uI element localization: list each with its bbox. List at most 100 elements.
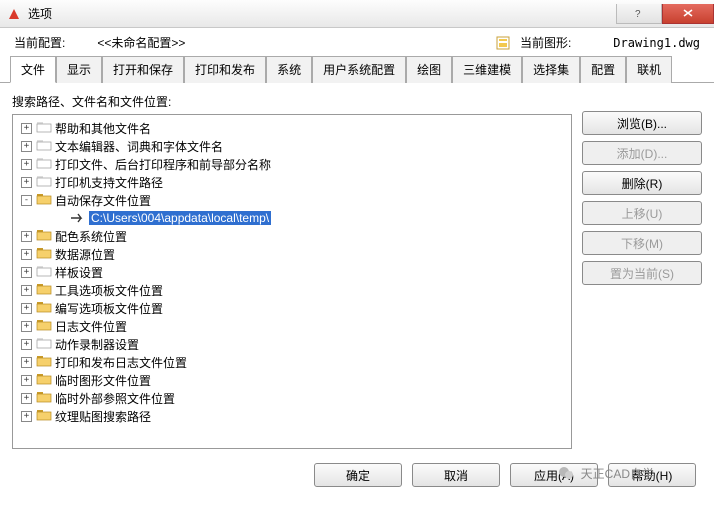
folder-icon bbox=[36, 157, 52, 171]
tree-item[interactable]: + 打印和发布日志文件位置 bbox=[15, 353, 569, 371]
tab-5[interactable]: 用户系统配置 bbox=[312, 56, 406, 83]
drawing-icon bbox=[496, 35, 512, 51]
expand-icon[interactable]: + bbox=[21, 141, 32, 152]
folder-icon bbox=[36, 409, 52, 423]
expand-icon[interactable]: + bbox=[21, 321, 32, 332]
tree-label: 编写选项板文件位置 bbox=[55, 300, 163, 317]
drawing-value: Drawing1.dwg bbox=[613, 36, 700, 50]
expand-icon[interactable]: + bbox=[21, 357, 32, 368]
window-title: 选项 bbox=[28, 5, 52, 22]
folder-icon bbox=[36, 229, 52, 243]
tree-label: 文本编辑器、词典和字体文件名 bbox=[55, 138, 223, 155]
tree-item[interactable]: + 配色系统位置 bbox=[15, 227, 569, 245]
side-button[interactable]: 上移(U) bbox=[582, 201, 702, 225]
tree-label: 自动保存文件位置 bbox=[55, 192, 151, 209]
expand-icon[interactable]: + bbox=[21, 375, 32, 386]
tree-label: 数据源位置 bbox=[55, 246, 115, 263]
tree-label: 配色系统位置 bbox=[55, 228, 127, 245]
side-buttons: 浏览(B)... 添加(D)... 删除(R) 上移(U) 下移(M) 置为当前(S) bbox=[582, 93, 702, 449]
tab-4[interactable]: 系统 bbox=[266, 56, 312, 83]
expand-icon[interactable]: + bbox=[21, 249, 32, 260]
expand-icon[interactable]: + bbox=[21, 339, 32, 350]
wechat-icon bbox=[557, 464, 575, 482]
folder-icon bbox=[36, 121, 52, 135]
folder-icon bbox=[36, 175, 52, 189]
tree-label: C:\Users\004\appdata\local\temp\ bbox=[89, 211, 271, 225]
side-button[interactable]: 删除(R) bbox=[582, 171, 702, 195]
tab-3[interactable]: 打印和发布 bbox=[184, 56, 266, 83]
tab-8[interactable]: 选择集 bbox=[522, 56, 580, 83]
tree-item[interactable]: + 纹理贴图搜索路径 bbox=[15, 407, 569, 425]
profile-label: 当前配置: bbox=[14, 34, 65, 51]
folder-icon bbox=[36, 301, 52, 315]
folder-icon bbox=[36, 355, 52, 369]
side-button[interactable]: 置为当前(S) bbox=[582, 261, 702, 285]
tree-item[interactable]: + 打印文件、后台打印程序和前导部分名称 bbox=[15, 155, 569, 173]
watermark: 天正CAD自学 bbox=[557, 464, 654, 482]
spacer bbox=[55, 213, 66, 224]
tree-item[interactable]: + 临时图形文件位置 bbox=[15, 371, 569, 389]
folder-icon bbox=[36, 337, 52, 351]
expand-icon[interactable]: + bbox=[21, 393, 32, 404]
tab-2[interactable]: 打开和保存 bbox=[102, 56, 184, 83]
drawing-label: 当前图形: bbox=[520, 34, 571, 51]
side-button[interactable]: 下移(M) bbox=[582, 231, 702, 255]
tree-item[interactable]: +动作录制器设置 bbox=[15, 335, 569, 353]
expand-icon[interactable]: + bbox=[21, 285, 32, 296]
tree-item[interactable]: + 数据源位置 bbox=[15, 245, 569, 263]
tab-10[interactable]: 联机 bbox=[626, 56, 672, 83]
tab-1[interactable]: 显示 bbox=[56, 56, 102, 83]
ok-button[interactable]: 确定 bbox=[314, 463, 402, 487]
side-button[interactable]: 添加(D)... bbox=[582, 141, 702, 165]
cancel-button[interactable]: 取消 bbox=[412, 463, 500, 487]
tree-label: 打印和发布日志文件位置 bbox=[55, 354, 187, 371]
expand-icon[interactable]: + bbox=[21, 177, 32, 188]
content-area: 搜索路径、文件名和文件位置: +帮助和其他文件名+文本编辑器、词典和字体文件名+… bbox=[0, 83, 714, 455]
collapse-icon[interactable]: - bbox=[21, 195, 32, 206]
tree-item[interactable]: + 工具选项板文件位置 bbox=[15, 281, 569, 299]
tree-label: 工具选项板文件位置 bbox=[55, 282, 163, 299]
expand-icon[interactable]: + bbox=[21, 159, 32, 170]
expand-icon[interactable]: + bbox=[21, 231, 32, 242]
watermark-text: 天正CAD自学 bbox=[581, 465, 654, 482]
tree-label: 帮助和其他文件名 bbox=[55, 120, 151, 137]
profile-value: <<未命名配置>> bbox=[97, 34, 185, 51]
tab-9[interactable]: 配置 bbox=[580, 56, 626, 83]
section-label: 搜索路径、文件名和文件位置: bbox=[12, 93, 572, 110]
tree-item[interactable]: + 帮助和其他文件名 bbox=[15, 119, 569, 137]
tree-label: 临时图形文件位置 bbox=[55, 372, 151, 389]
expand-icon[interactable]: + bbox=[21, 123, 32, 134]
folder-icon bbox=[36, 193, 52, 207]
folder-icon bbox=[36, 247, 52, 261]
arrow-icon bbox=[70, 211, 86, 225]
tree-item[interactable]: + 临时外部参照文件位置 bbox=[15, 389, 569, 407]
expand-icon[interactable]: + bbox=[21, 303, 32, 314]
tree-item[interactable]: - 自动保存文件位置 bbox=[15, 191, 569, 209]
tree-label: 样板设置 bbox=[55, 264, 103, 281]
expand-icon[interactable]: + bbox=[21, 267, 32, 278]
tree-item[interactable]: + 打印机支持文件路径 bbox=[15, 173, 569, 191]
folder-icon bbox=[36, 391, 52, 405]
tab-6[interactable]: 绘图 bbox=[406, 56, 452, 83]
tree-item[interactable]: +日志文件位置 bbox=[15, 317, 569, 335]
tree-item[interactable]: + 文本编辑器、词典和字体文件名 bbox=[15, 137, 569, 155]
tree-label: 打印文件、后台打印程序和前导部分名称 bbox=[55, 156, 271, 173]
tree-item[interactable]: C:\Users\004\appdata\local\temp\ bbox=[15, 209, 569, 227]
tree-label: 纹理贴图搜索路径 bbox=[55, 408, 151, 425]
tree-item[interactable]: + 样板设置 bbox=[15, 263, 569, 281]
tree-label: 打印机支持文件路径 bbox=[55, 174, 163, 191]
tab-0[interactable]: 文件 bbox=[10, 56, 56, 83]
folder-icon bbox=[36, 265, 52, 279]
side-button[interactable]: 浏览(B)... bbox=[582, 111, 702, 135]
tree-item[interactable]: + 编写选项板文件位置 bbox=[15, 299, 569, 317]
help-button[interactable]: ? bbox=[616, 4, 662, 24]
app-icon bbox=[6, 6, 22, 22]
close-button[interactable] bbox=[662, 4, 714, 24]
tab-7[interactable]: 三维建模 bbox=[452, 56, 522, 83]
folder-icon bbox=[36, 373, 52, 387]
folder-icon bbox=[36, 139, 52, 153]
tree-view[interactable]: + 帮助和其他文件名 + 文本编辑器、词典和字体文件名 + 打印文件、后台打印程序和前导部… bbox=[12, 114, 572, 449]
tree-label: 临时外部参照文件位置 bbox=[55, 390, 175, 407]
folder-icon bbox=[36, 283, 52, 297]
expand-icon[interactable]: + bbox=[21, 411, 32, 422]
